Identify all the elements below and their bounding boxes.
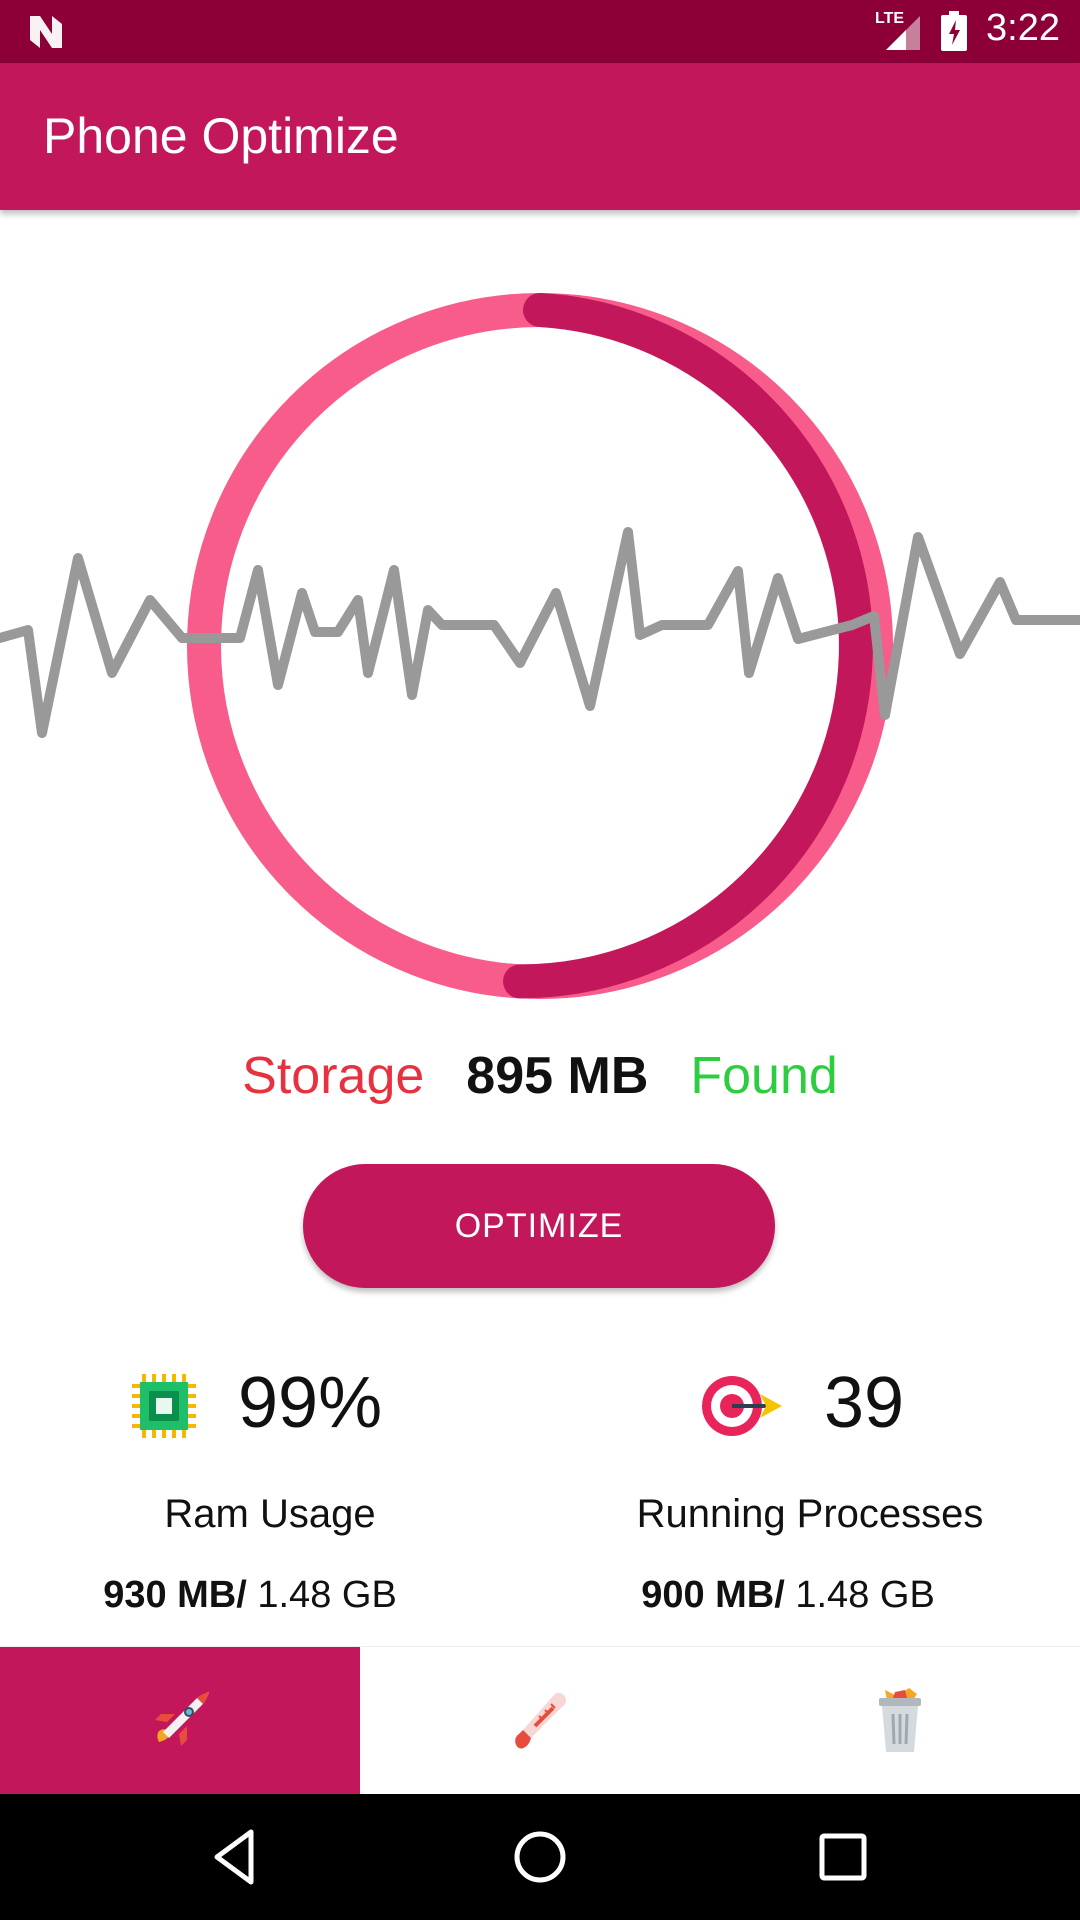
tab-cleaner[interactable] [720,1647,1080,1795]
ram-total: 1.48 GB [246,1574,397,1616]
running-processes-detail: 900 MB/ 1.48 GB [588,1574,988,1617]
thermometer-icon [515,1692,567,1749]
bottom-nav [0,1646,1080,1795]
running-processes-label: Running Processes [636,1492,984,1536]
trash-icon [879,1688,921,1752]
storage-found-label: Found [690,1047,838,1105]
recents-icon[interactable] [810,1824,876,1890]
rocket-icon [155,1692,209,1746]
running-processes-count: 39 [824,1363,905,1443]
ram-usage-label: Ram Usage [164,1492,376,1536]
heartbeat-wave [0,527,1080,738]
system-nav-bar [0,1794,1080,1920]
storage-gauge [0,293,1080,999]
clock: 3:22 [986,7,1060,49]
ram-usage-detail: 930 MB/ 1.48 GB [50,1574,450,1617]
storage-label: Storage [242,1047,425,1105]
target-icon [702,1376,782,1436]
cpu-chip-icon [132,1374,196,1438]
page-title: Phone Optimize [43,108,399,164]
status-bar: LTE 3:22 [0,0,1080,63]
app-bar: Phone Optimize [0,63,1080,210]
battery-charging-icon [941,11,967,51]
back-icon[interactable] [203,1824,269,1890]
ram-usage-percent: 99% [238,1363,383,1443]
optimize-button[interactable]: OPTIMIZE [303,1164,775,1288]
home-icon[interactable] [507,1824,573,1890]
storage-value: 895 MB [466,1047,649,1105]
processes-total: 1.48 GB [784,1574,935,1616]
signal-icon [886,16,920,50]
android-n-icon [30,16,62,48]
tab-boost[interactable] [0,1647,360,1795]
storage-summary: Storage 895 MB Found [0,1046,1080,1116]
processes-used: 900 MB/ [641,1574,785,1616]
ram-used: 930 MB/ [103,1574,247,1616]
tab-temperature[interactable] [360,1647,720,1795]
